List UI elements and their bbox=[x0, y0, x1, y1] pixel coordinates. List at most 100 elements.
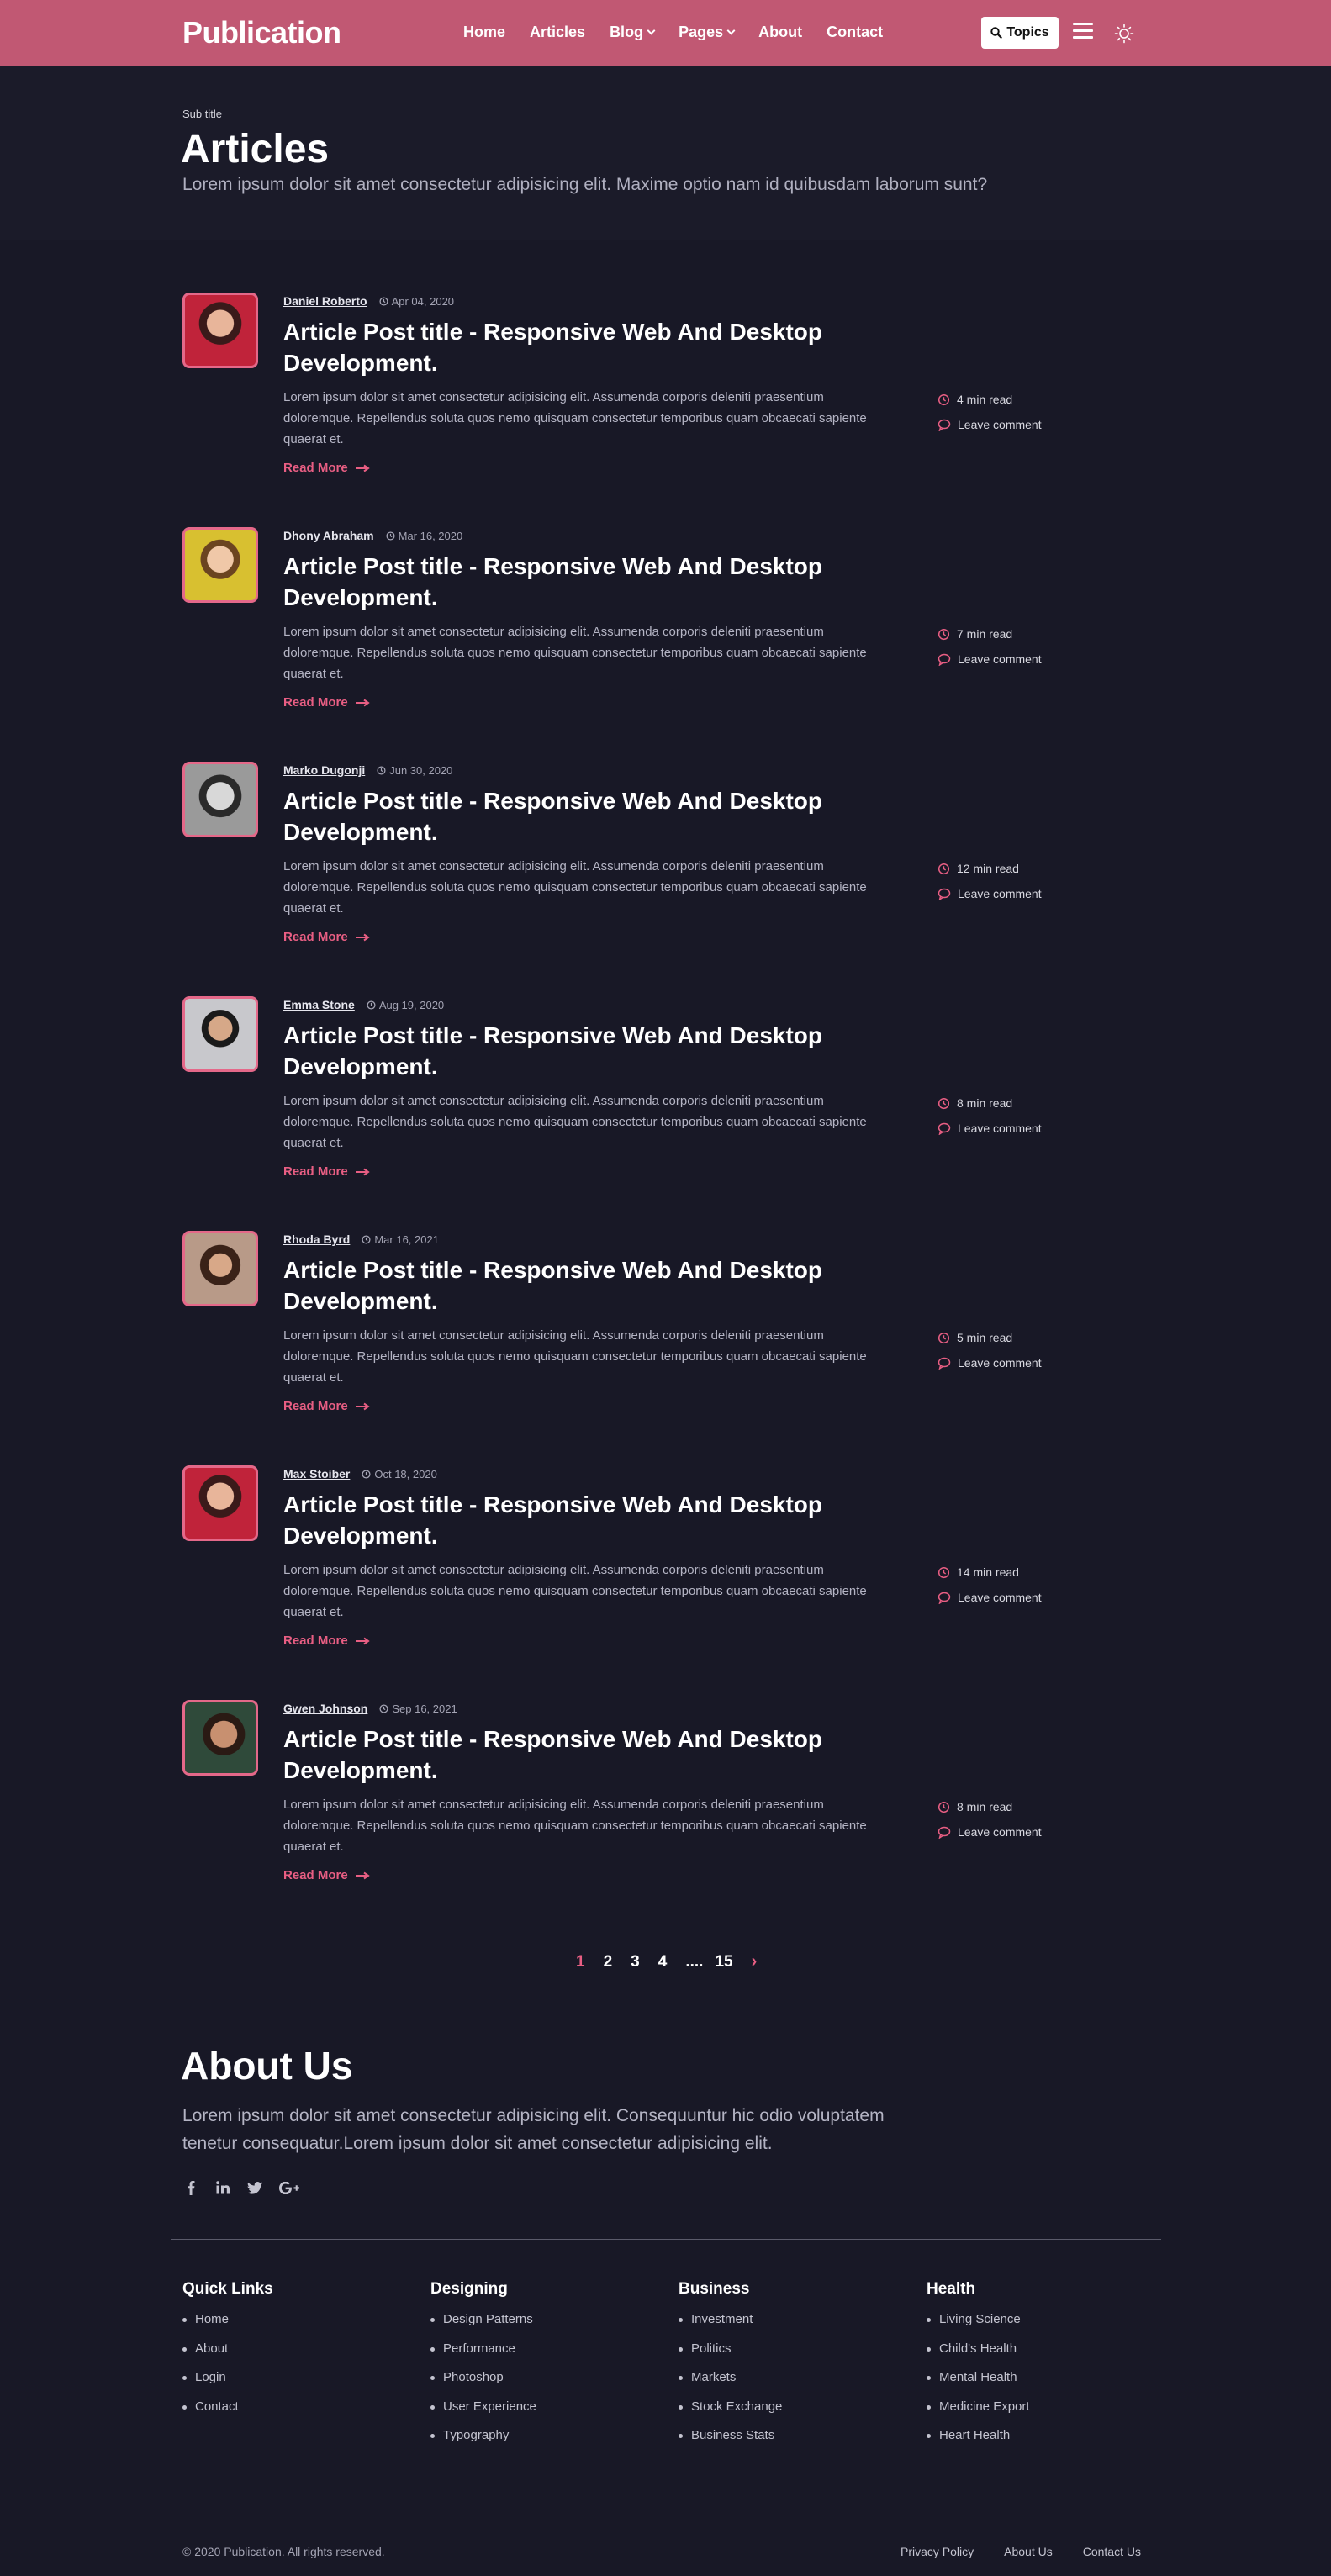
leave-comment-link[interactable]: Leave comment bbox=[938, 1350, 1042, 1375]
page-1-link[interactable]: 1 bbox=[576, 1953, 585, 1972]
read-more-link[interactable]: Read More bbox=[283, 461, 370, 475]
read-more-link[interactable]: Read More bbox=[283, 1868, 370, 1882]
linkedin-icon[interactable] bbox=[214, 2179, 231, 2196]
page-last-link[interactable]: 15 bbox=[715, 1953, 732, 1972]
page-3-link[interactable]: 3 bbox=[631, 1953, 640, 1972]
leave-comment-link[interactable]: Leave comment bbox=[938, 1116, 1042, 1141]
author-name[interactable]: Daniel Roberto bbox=[283, 294, 367, 308]
nav-about[interactable]: About bbox=[758, 24, 802, 41]
contact-us-link[interactable]: Contact Us bbox=[1083, 2545, 1141, 2558]
nav-pages[interactable]: Pages bbox=[679, 24, 736, 41]
author-avatar[interactable] bbox=[182, 1700, 258, 1776]
post-date-text: Sep 16, 2021 bbox=[392, 1702, 457, 1715]
author-avatar[interactable] bbox=[182, 1465, 258, 1541]
next-page-icon[interactable]: › bbox=[752, 1952, 758, 1972]
article-title[interactable]: Article Post title - Responsive Web And … bbox=[283, 1489, 872, 1551]
google-plus-icon[interactable] bbox=[278, 2179, 300, 2196]
footer-link[interactable]: Living Science bbox=[927, 2312, 1030, 2341]
post-date: Mar 16, 2021 bbox=[362, 1233, 439, 1246]
clock-icon bbox=[938, 1332, 950, 1343]
footer-link[interactable]: Investment bbox=[679, 2312, 782, 2341]
pagination: 1 2 3 4 .... 15 › bbox=[576, 1952, 757, 1972]
twitter-icon[interactable] bbox=[246, 2179, 263, 2196]
privacy-policy-link[interactable]: Privacy Policy bbox=[901, 2545, 974, 2558]
leave-comment-link[interactable]: Leave comment bbox=[938, 412, 1042, 437]
footer-link[interactable]: Politics bbox=[679, 2341, 782, 2371]
hamburger-menu-icon[interactable] bbox=[1073, 23, 1093, 40]
footer-link[interactable]: Photoshop bbox=[430, 2370, 536, 2399]
leave-comment-link[interactable]: Leave comment bbox=[938, 647, 1042, 672]
read-time: 7 min read bbox=[938, 621, 1042, 647]
article-side-meta: 5 min read Leave comment bbox=[938, 1325, 1042, 1375]
footer-link[interactable]: Home bbox=[182, 2312, 273, 2341]
footer-link[interactable]: Contact bbox=[182, 2399, 273, 2429]
author-avatar[interactable] bbox=[182, 762, 258, 837]
arrow-right-icon bbox=[355, 464, 370, 472]
author-name[interactable]: Rhoda Byrd bbox=[283, 1233, 350, 1246]
post-date-text: Jun 30, 2020 bbox=[389, 763, 453, 777]
about-title: About Us bbox=[181, 2044, 353, 2088]
clock-icon bbox=[377, 765, 386, 775]
author-avatar[interactable] bbox=[182, 1231, 258, 1306]
nav-blog[interactable]: Blog bbox=[610, 24, 656, 41]
leave-comment-link[interactable]: Leave comment bbox=[938, 1585, 1042, 1610]
footer-link[interactable]: Heart Health bbox=[927, 2428, 1030, 2457]
article-side-meta: 14 min read Leave comment bbox=[938, 1560, 1042, 1610]
article-item: Emma Stone Aug 19, 2020 Article Post tit… bbox=[182, 996, 1149, 1206]
author-name[interactable]: Dhony Abraham bbox=[283, 529, 374, 542]
footer-link[interactable]: Stock Exchange bbox=[679, 2399, 782, 2429]
author-name[interactable]: Marko Dugonji bbox=[283, 763, 365, 777]
post-date: Aug 19, 2020 bbox=[367, 999, 444, 1011]
read-more-link[interactable]: Read More bbox=[283, 1399, 370, 1413]
footer-link[interactable]: Performance bbox=[430, 2341, 536, 2371]
leave-comment-text: Leave comment bbox=[958, 418, 1042, 431]
author-name[interactable]: Emma Stone bbox=[283, 998, 355, 1011]
leave-comment-text: Leave comment bbox=[958, 1356, 1042, 1370]
footer-link[interactable]: Markets bbox=[679, 2370, 782, 2399]
read-more-link[interactable]: Read More bbox=[283, 930, 370, 944]
page-2-link[interactable]: 2 bbox=[604, 1953, 613, 1972]
page-4-link[interactable]: 4 bbox=[658, 1953, 668, 1972]
article-title[interactable]: Article Post title - Responsive Web And … bbox=[283, 316, 872, 378]
leave-comment-link[interactable]: Leave comment bbox=[938, 1819, 1042, 1845]
author-avatar[interactable] bbox=[182, 527, 258, 603]
read-more-link[interactable]: Read More bbox=[283, 1164, 370, 1179]
clock-icon bbox=[938, 1566, 950, 1578]
about-us-link[interactable]: About Us bbox=[1004, 2545, 1053, 2558]
author-avatar[interactable] bbox=[182, 996, 258, 1072]
footer-link[interactable]: User Experience bbox=[430, 2399, 536, 2429]
article-title[interactable]: Article Post title - Responsive Web And … bbox=[283, 785, 872, 847]
article-title[interactable]: Article Post title - Responsive Web And … bbox=[283, 1723, 872, 1786]
read-more-link[interactable]: Read More bbox=[283, 695, 370, 710]
page-hero: Sub title Articles Lorem ipsum dolor sit… bbox=[0, 66, 1331, 240]
nav-home[interactable]: Home bbox=[463, 24, 505, 41]
arrow-right-icon bbox=[355, 1871, 370, 1879]
nav-articles[interactable]: Articles bbox=[530, 24, 585, 41]
footer-divider bbox=[171, 2239, 1161, 2240]
clock-icon bbox=[938, 1097, 950, 1109]
facebook-icon[interactable] bbox=[182, 2179, 199, 2196]
footer-link[interactable]: About bbox=[182, 2341, 273, 2371]
footer-link[interactable]: Child's Health bbox=[927, 2341, 1030, 2371]
footer-link[interactable]: Business Stats bbox=[679, 2428, 782, 2457]
footer-link[interactable]: Mental Health bbox=[927, 2370, 1030, 2399]
author-avatar[interactable] bbox=[182, 293, 258, 368]
article-title[interactable]: Article Post title - Responsive Web And … bbox=[283, 1254, 872, 1317]
post-date: Mar 16, 2020 bbox=[386, 530, 462, 542]
footer-link[interactable]: Typography bbox=[430, 2428, 536, 2457]
footer-link[interactable]: Medicine Export bbox=[927, 2399, 1030, 2429]
footer-link[interactable]: Login bbox=[182, 2370, 273, 2399]
article-title[interactable]: Article Post title - Responsive Web And … bbox=[283, 551, 872, 613]
author-name[interactable]: Max Stoiber bbox=[283, 1467, 350, 1481]
author-name[interactable]: Gwen Johnson bbox=[283, 1702, 367, 1715]
read-more-link[interactable]: Read More bbox=[283, 1634, 370, 1648]
read-time-text: 8 min read bbox=[957, 1800, 1013, 1813]
article-item: Gwen Johnson Sep 16, 2021 Article Post t… bbox=[182, 1700, 1149, 1910]
sun-icon[interactable] bbox=[1114, 24, 1134, 44]
article-title[interactable]: Article Post title - Responsive Web And … bbox=[283, 1020, 872, 1082]
topics-button[interactable]: Topics bbox=[981, 17, 1059, 49]
footer-link[interactable]: Design Patterns bbox=[430, 2312, 536, 2341]
leave-comment-link[interactable]: Leave comment bbox=[938, 881, 1042, 906]
nav-contact[interactable]: Contact bbox=[827, 24, 883, 41]
site-logo[interactable]: Publication bbox=[182, 15, 341, 50]
